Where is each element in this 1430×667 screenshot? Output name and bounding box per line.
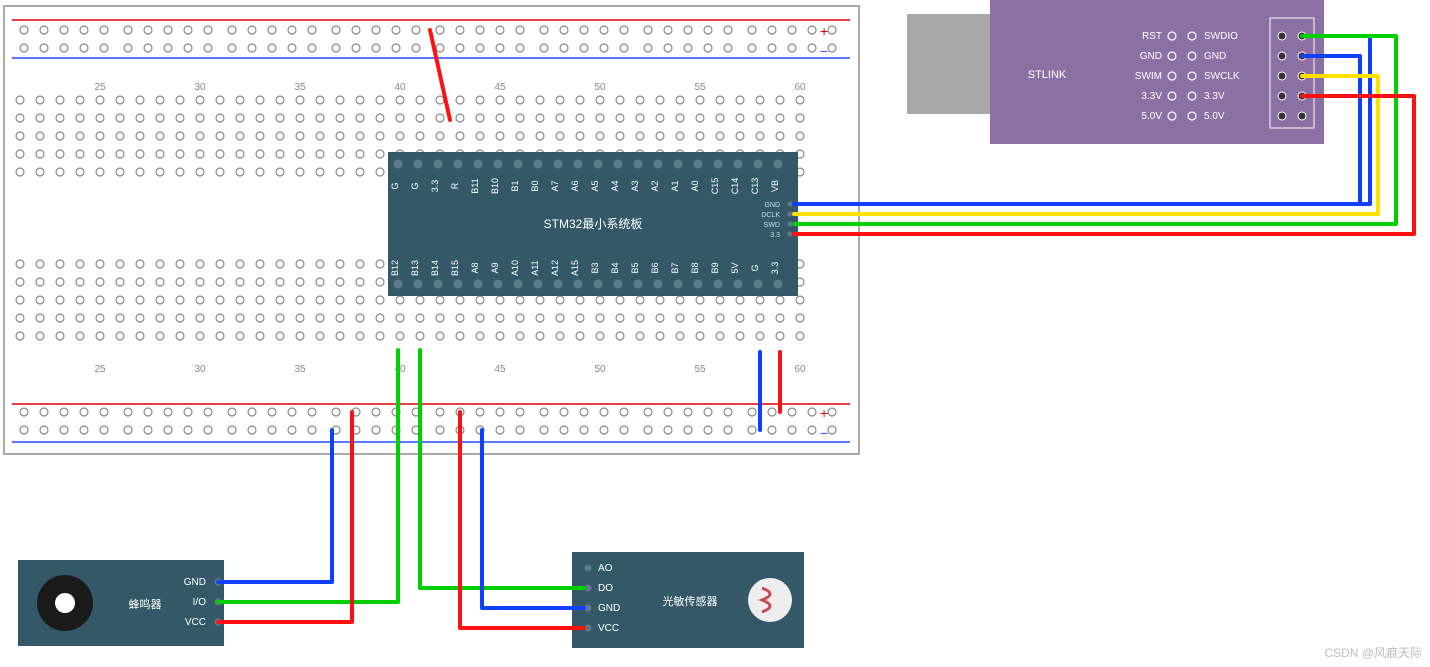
svg-text:SWIM: SWIM	[1135, 71, 1162, 82]
svg-text:A15: A15	[570, 260, 580, 276]
svg-text:55: 55	[694, 82, 706, 93]
svg-text:B3: B3	[590, 262, 600, 273]
svg-text:5V: 5V	[730, 262, 740, 273]
svg-text:25: 25	[94, 82, 106, 93]
svg-text:G: G	[750, 264, 760, 271]
svg-text:VB: VB	[770, 180, 780, 192]
svg-text:SWDIO: SWDIO	[1204, 31, 1238, 42]
svg-text:B15: B15	[450, 260, 460, 276]
svg-text:55: 55	[694, 364, 706, 375]
svg-text:A6: A6	[570, 180, 580, 191]
svg-text:A1: A1	[670, 180, 680, 191]
svg-text:A3: A3	[630, 180, 640, 191]
svg-text:AO: AO	[598, 563, 613, 574]
svg-text:GND: GND	[764, 202, 780, 209]
svg-text:G: G	[410, 182, 420, 189]
svg-text:A8: A8	[470, 262, 480, 273]
svg-text:GND: GND	[598, 603, 620, 614]
svg-text:−: −	[820, 425, 828, 441]
svg-text:B4: B4	[610, 262, 620, 273]
svg-text:5.0V: 5.0V	[1141, 111, 1162, 122]
svg-text:A4: A4	[610, 180, 620, 191]
svg-text:B11: B11	[470, 178, 480, 193]
svg-text:B1: B1	[510, 180, 520, 191]
rail-minus: −	[820, 43, 828, 59]
svg-text:A7: A7	[550, 180, 560, 191]
svg-text:I/O: I/O	[193, 597, 207, 608]
svg-text:3.3: 3.3	[430, 180, 440, 193]
stm32-label: STM32最小系统板	[544, 217, 643, 231]
svg-text:C15: C15	[710, 178, 720, 195]
watermark: CSDN @风痕天际	[1324, 644, 1422, 661]
svg-text:A10: A10	[510, 260, 520, 276]
svg-text:3.3V: 3.3V	[1141, 91, 1162, 102]
svg-text:A9: A9	[490, 262, 500, 273]
svg-text:B5: B5	[630, 262, 640, 273]
svg-text:B14: B14	[430, 260, 440, 276]
svg-text:RST: RST	[1142, 31, 1162, 42]
svg-text:60: 60	[794, 82, 806, 93]
svg-text:A0: A0	[690, 180, 700, 191]
svg-text:G: G	[390, 182, 400, 189]
svg-text:B7: B7	[670, 262, 680, 273]
svg-text:A11: A11	[530, 260, 540, 275]
svg-text:+: +	[820, 405, 828, 421]
svg-text:VCC: VCC	[185, 617, 206, 628]
svg-text:A2: A2	[650, 180, 660, 191]
svg-text:50: 50	[594, 364, 606, 375]
svg-text:GND: GND	[1204, 51, 1226, 62]
svg-text:A12: A12	[550, 260, 560, 276]
svg-text:C14: C14	[730, 178, 740, 195]
svg-text:B10: B10	[490, 178, 500, 194]
buzzer-title: 蜂鸣器	[129, 597, 162, 611]
svg-text:25: 25	[94, 364, 106, 375]
svg-text:60: 60	[794, 364, 806, 375]
svg-text:3.3V: 3.3V	[1204, 91, 1225, 102]
stlink-usb	[907, 14, 995, 114]
svg-text:B13: B13	[410, 260, 420, 276]
svg-text:VCC: VCC	[598, 623, 619, 634]
svg-text:SWCLK: SWCLK	[1204, 71, 1240, 82]
svg-text:40: 40	[394, 82, 406, 93]
stlink-label: STLINK	[1028, 69, 1067, 81]
svg-text:SWD: SWD	[764, 222, 780, 229]
svg-text:5.0V: 5.0V	[1204, 111, 1225, 122]
svg-text:C13: C13	[750, 178, 760, 195]
svg-text:GND: GND	[1140, 51, 1162, 62]
svg-text:35: 35	[294, 364, 306, 375]
svg-text:35: 35	[294, 82, 306, 93]
rail-plus: +	[820, 23, 828, 39]
svg-text:3.3: 3.3	[770, 232, 780, 239]
svg-text:3.3: 3.3	[770, 262, 780, 275]
svg-text:30: 30	[194, 82, 206, 93]
schematic-diagram: + − + − 25253030353540404545505055556060…	[0, 0, 1430, 667]
svg-text:GND: GND	[184, 577, 206, 588]
svg-text:DO: DO	[598, 583, 613, 594]
svg-text:B12: B12	[390, 260, 400, 276]
svg-text:45: 45	[494, 82, 506, 93]
svg-text:DCLK: DCLK	[761, 212, 780, 219]
sensor-title: 光敏传感器	[663, 594, 718, 608]
svg-text:45: 45	[494, 364, 506, 375]
svg-text:R: R	[450, 182, 460, 189]
svg-text:30: 30	[194, 364, 206, 375]
svg-text:B8: B8	[690, 262, 700, 273]
svg-text:B6: B6	[650, 262, 660, 273]
svg-text:50: 50	[594, 82, 606, 93]
svg-text:B0: B0	[530, 180, 540, 191]
svg-text:A5: A5	[590, 180, 600, 191]
svg-text:B9: B9	[710, 262, 720, 273]
